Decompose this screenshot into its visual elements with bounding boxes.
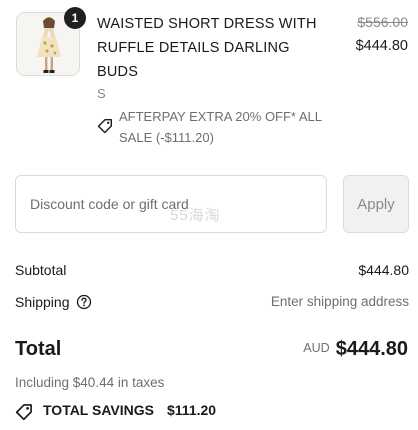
subtotal-value: $444.80: [358, 262, 409, 278]
quantity-badge: 1: [64, 7, 86, 29]
total-amount: $444.80: [335, 338, 408, 360]
product-variant: S: [97, 86, 106, 101]
total-price: AUD $444.80: [303, 338, 408, 361]
current-price: $444.80: [355, 38, 408, 54]
apply-button[interactable]: Apply: [343, 175, 409, 233]
savings-amount: $111.20: [167, 402, 217, 418]
taxes-note: Including $40.44 in taxes: [15, 375, 165, 390]
shipping-label: Shipping: [15, 294, 70, 310]
tag-icon: [97, 119, 112, 134]
savings-label: TOTAL SAVINGS: [43, 402, 154, 418]
total-currency: AUD: [303, 341, 330, 355]
discount-code-input[interactable]: [15, 175, 327, 233]
tag-icon: [15, 404, 32, 421]
line-item: 1 WAISTED SHORT DRESS WITH RUFFLE DETAIL…: [0, 0, 418, 160]
shipping-value: Enter shipping address: [270, 294, 409, 309]
applied-discount: AFTERPAY EXTRA 20% OFF* ALL SALE (-$111.…: [97, 106, 337, 148]
total-label: Total: [15, 338, 62, 360]
discount-form: Apply: [15, 175, 409, 233]
applied-discount-text: AFTERPAY EXTRA 20% OFF* ALL SALE (-$111.…: [119, 109, 322, 145]
subtotal-label: Subtotal: [15, 262, 67, 278]
original-price: $556.00: [357, 14, 408, 30]
product-name: WAISTED SHORT DRESS WITH RUFFLE DETAILS …: [97, 16, 317, 80]
question-circle-icon[interactable]: [76, 294, 92, 310]
